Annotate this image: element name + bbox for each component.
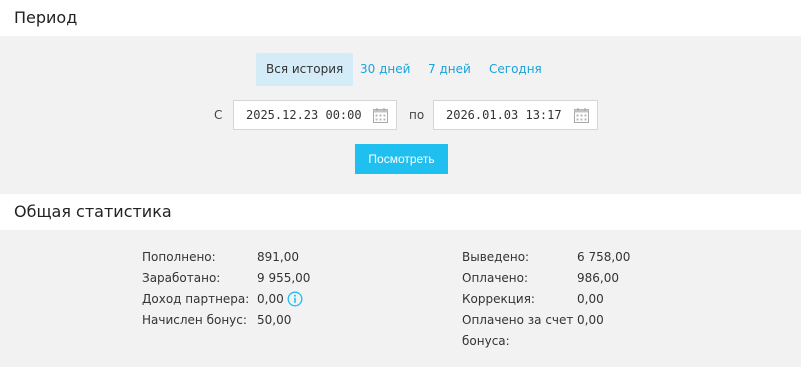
stat-label-paid: Оплачено: xyxy=(462,271,529,285)
stat-value-correction: 0,00 xyxy=(577,292,604,306)
stat-value-paid-by-bonus: 0,00 xyxy=(577,313,604,327)
stat-label-partner-income: Доход партнера: xyxy=(142,292,250,306)
tab-all-history[interactable]: Вся история xyxy=(256,53,354,86)
date-from-field[interactable]: 2025.12.23 00:00 xyxy=(233,100,397,130)
date-to-value: 2026.01.03 13:17 xyxy=(446,108,562,122)
date-from-value: 2025.12.23 00:00 xyxy=(246,108,362,122)
stat-label-paid-by-bonus-line2: бонуса: xyxy=(462,334,510,348)
stat-value-earned: 9 955,00 xyxy=(257,271,311,285)
stat-value-deposited: 891,00 xyxy=(257,250,299,264)
stats-title: Общая статистика xyxy=(14,202,172,221)
stat-label-deposited: Пополнено: xyxy=(142,250,216,264)
date-to-field[interactable]: 2026.01.03 13:17 xyxy=(433,100,598,130)
stat-value-withdrawn: 6 758,00 xyxy=(577,250,631,264)
stats-panel: Пополнено: 891,00 Заработано: 9 955,00 Д… xyxy=(0,230,801,367)
stat-value-paid: 986,00 xyxy=(577,271,619,285)
stat-label-correction: Коррекция: xyxy=(462,292,535,306)
stat-label-earned: Заработано: xyxy=(142,271,221,285)
period-title: Период xyxy=(14,8,78,27)
info-icon[interactable] xyxy=(287,291,303,307)
stat-label-paid-by-bonus: Оплачено за счет xyxy=(462,313,574,327)
stat-value-bonus: 50,00 xyxy=(257,313,292,327)
stat-label-withdrawn: Выведено: xyxy=(462,250,530,264)
to-label: по xyxy=(409,108,425,122)
stat-label-bonus: Начислен бонус: xyxy=(142,313,247,327)
tab-7-days[interactable]: 7 дней xyxy=(418,53,481,86)
from-label: С xyxy=(214,108,223,122)
calendar-icon[interactable] xyxy=(372,107,389,124)
view-button[interactable]: Посмотреть xyxy=(355,144,448,174)
tab-30-days[interactable]: 30 дней xyxy=(350,53,420,86)
calendar-icon[interactable] xyxy=(573,107,590,124)
period-panel: Вся история 30 дней 7 дней Сегодня С 202… xyxy=(0,36,801,194)
stat-value-partner-income: 0,00 xyxy=(257,292,284,306)
tab-today[interactable]: Сегодня xyxy=(479,53,552,86)
